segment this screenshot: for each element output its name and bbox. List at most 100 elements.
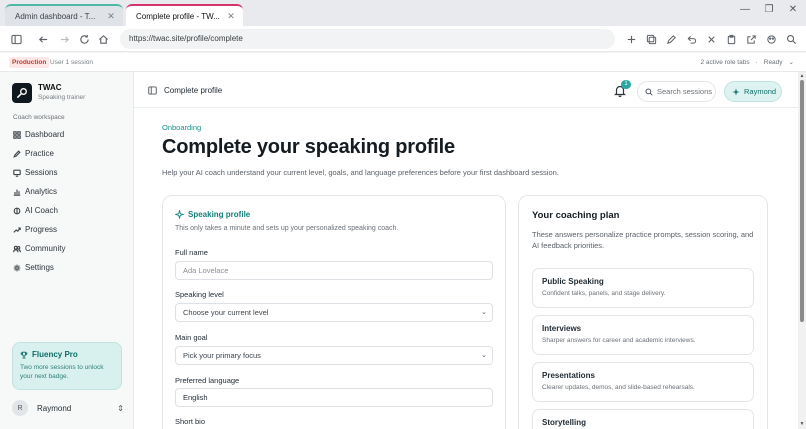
sidebar-toggle-icon[interactable] <box>8 31 24 47</box>
sidebar-item-label: Community <box>25 244 66 253</box>
separator-dot: · <box>755 59 758 66</box>
sidebar-item-practice[interactable]: Practice <box>0 144 133 163</box>
preferred-language-label: Preferred language <box>175 376 240 385</box>
back-arrow-icon[interactable] <box>35 31 51 47</box>
sidebar-item-label: Progress <box>25 225 58 234</box>
chevron-down-icon: ⌄ <box>481 352 487 359</box>
plan-item-storytelling[interactable]: Storytelling <box>532 409 754 429</box>
sidebar-item-dashboard[interactable]: Dashboard <box>0 125 133 144</box>
brain-icon <box>13 207 21 214</box>
reload-icon[interactable] <box>76 31 92 47</box>
address-bar[interactable]: https://twac.site/profile/complete <box>120 29 615 49</box>
chevron-down-icon[interactable]: ⌄ <box>789 57 794 68</box>
restore-icon[interactable]: ❐ <box>758 2 780 18</box>
edit-icon[interactable] <box>663 31 679 47</box>
grid-icon <box>13 130 21 139</box>
window-close-icon[interactable]: ✕ <box>782 2 804 18</box>
sidebar-item-analytics[interactable]: Analytics <box>0 182 133 201</box>
page-scrollbar[interactable]: ▲ ▼ <box>798 72 806 429</box>
workspace-label: Coach workspace <box>13 114 65 121</box>
page-breadcrumb: Complete profile <box>164 86 223 95</box>
sidebar-item-label: Dashboard <box>25 130 65 139</box>
promo-title-text: Fluency Pro <box>32 350 78 359</box>
form-subheading: This only takes a minute and sets up you… <box>175 225 399 232</box>
form-heading: Speaking profile <box>175 210 250 219</box>
fluency-pro-card[interactable]: Fluency Pro Two more sessions to unlock … <box>12 342 122 390</box>
sidebar-item-progress[interactable]: Progress <box>0 220 133 239</box>
scroll-thumb[interactable] <box>800 80 804 322</box>
top-bar: Complete profile 1 Search sessions Raymo… <box>134 72 798 108</box>
browser-tab-complete-profile[interactable]: Complete profile - TW... ✕ <box>126 4 243 26</box>
extension-icon[interactable] <box>763 31 779 47</box>
environment-badge: Production <box>9 57 50 68</box>
panel-toggle-icon[interactable] <box>148 86 157 95</box>
plan-item-description: Confident talks, panels, and stage deliv… <box>542 290 666 297</box>
plan-item-description: Clearer updates, demos, and slide-based … <box>542 384 695 391</box>
main-goal-select[interactable]: Pick your primary focus ⌄ <box>175 346 493 365</box>
minimize-icon[interactable]: — <box>734 2 756 18</box>
brand-name: TWAC <box>38 83 62 92</box>
sidebar-item-label: AI Coach <box>25 206 58 215</box>
sidebar-item-sessions[interactable]: Sessions <box>0 163 133 182</box>
plan-description: These answers personalize practice promp… <box>532 230 754 250</box>
bar-chart-icon <box>13 189 21 196</box>
plan-item-public-speaking[interactable]: Public Speaking Confident talks, panels,… <box>532 268 754 308</box>
plan-title: Your coaching plan <box>532 210 620 221</box>
main-content: Complete profile 1 Search sessions Raymo… <box>134 72 798 429</box>
browser-tabstrip: Admin dashboard - T... ✕ Complete profil… <box>0 0 806 26</box>
browser-navbar: https://twac.site/profile/complete <box>0 26 806 52</box>
close-icon[interactable]: ✕ <box>105 11 117 22</box>
speaking-level-value: Choose your current level <box>183 308 269 317</box>
search-sessions-button[interactable]: Search sessions <box>637 81 716 102</box>
main-goal-label: Main goal <box>175 333 208 342</box>
sidebar-item-ai-coach[interactable]: AI Coach <box>0 201 133 220</box>
search-icon <box>645 87 653 96</box>
home-icon[interactable] <box>95 31 111 47</box>
sidebar-nav: Dashboard Practice Sessions Analytics AI… <box>0 125 133 277</box>
sidebar-item-community[interactable]: Community <box>0 239 133 258</box>
page-title: Complete your speaking profile <box>162 136 455 158</box>
user-switcher[interactable]: R Raymond ⇕ <box>12 399 124 417</box>
browser-tab-admin-dashboard[interactable]: Admin dashboard - T... ✕ <box>5 4 123 26</box>
plan-item-title: Presentations <box>542 371 595 380</box>
forward-arrow-icon[interactable] <box>56 31 72 47</box>
chevron-down-icon: ⌄ <box>481 309 487 316</box>
search-label: Search sessions <box>657 87 713 96</box>
sidebar-item-label: Sessions <box>25 168 58 177</box>
plan-item-description: Sharper answers for career and academic … <box>542 337 696 344</box>
add-icon[interactable] <box>623 31 639 47</box>
user-menu-button[interactable]: Raymond <box>724 81 782 102</box>
sidebar: TWAC Speaking trainer Coach workspace Da… <box>0 72 134 429</box>
session-label: User 1 session <box>50 59 93 66</box>
undo-icon[interactable] <box>683 31 699 47</box>
search-icon[interactable] <box>783 31 799 47</box>
stop-icon[interactable] <box>703 31 719 47</box>
sidebar-item-label: Analytics <box>25 187 58 196</box>
scroll-up-icon[interactable]: ▲ <box>799 73 805 79</box>
scroll-down-icon[interactable]: ▼ <box>799 421 805 427</box>
notification-badge: 1 <box>621 80 631 89</box>
sparkle-icon <box>732 87 740 96</box>
gear-icon <box>13 264 21 271</box>
full-name-label: Full name <box>175 248 208 257</box>
tab-title: Admin dashboard - T... <box>15 11 96 21</box>
open-external-icon[interactable] <box>743 31 759 47</box>
sidebar-item-label: Settings <box>25 263 54 272</box>
speaking-level-label: Speaking level <box>175 290 224 299</box>
chevron-up-down-icon[interactable]: ⇕ <box>117 404 124 413</box>
sidebar-item-settings[interactable]: Settings <box>0 258 133 277</box>
speaking-level-select[interactable]: Choose your current level ⌄ <box>175 303 493 322</box>
full-name-field[interactable]: Ada Lovelace <box>175 261 493 280</box>
preferred-language-field[interactable]: English <box>175 388 493 407</box>
speaking-profile-form: Speaking profile This only takes a minut… <box>162 195 506 429</box>
plan-item-presentations[interactable]: Presentations Clearer updates, demos, an… <box>532 362 754 402</box>
role-tabs-count: 2 active role tabs <box>700 59 750 66</box>
tab-title: Complete profile - TW... <box>136 11 220 21</box>
plan-item-interviews[interactable]: Interviews Sharper answers for career an… <box>532 315 754 355</box>
clipboard-icon[interactable] <box>723 31 739 47</box>
short-bio-label: Short bio <box>175 417 206 426</box>
trend-icon <box>13 226 21 233</box>
copy-icon[interactable] <box>643 31 659 47</box>
promo-text: Two more sessions to unlock your next ba… <box>20 364 104 380</box>
close-icon[interactable]: ✕ <box>225 11 237 22</box>
